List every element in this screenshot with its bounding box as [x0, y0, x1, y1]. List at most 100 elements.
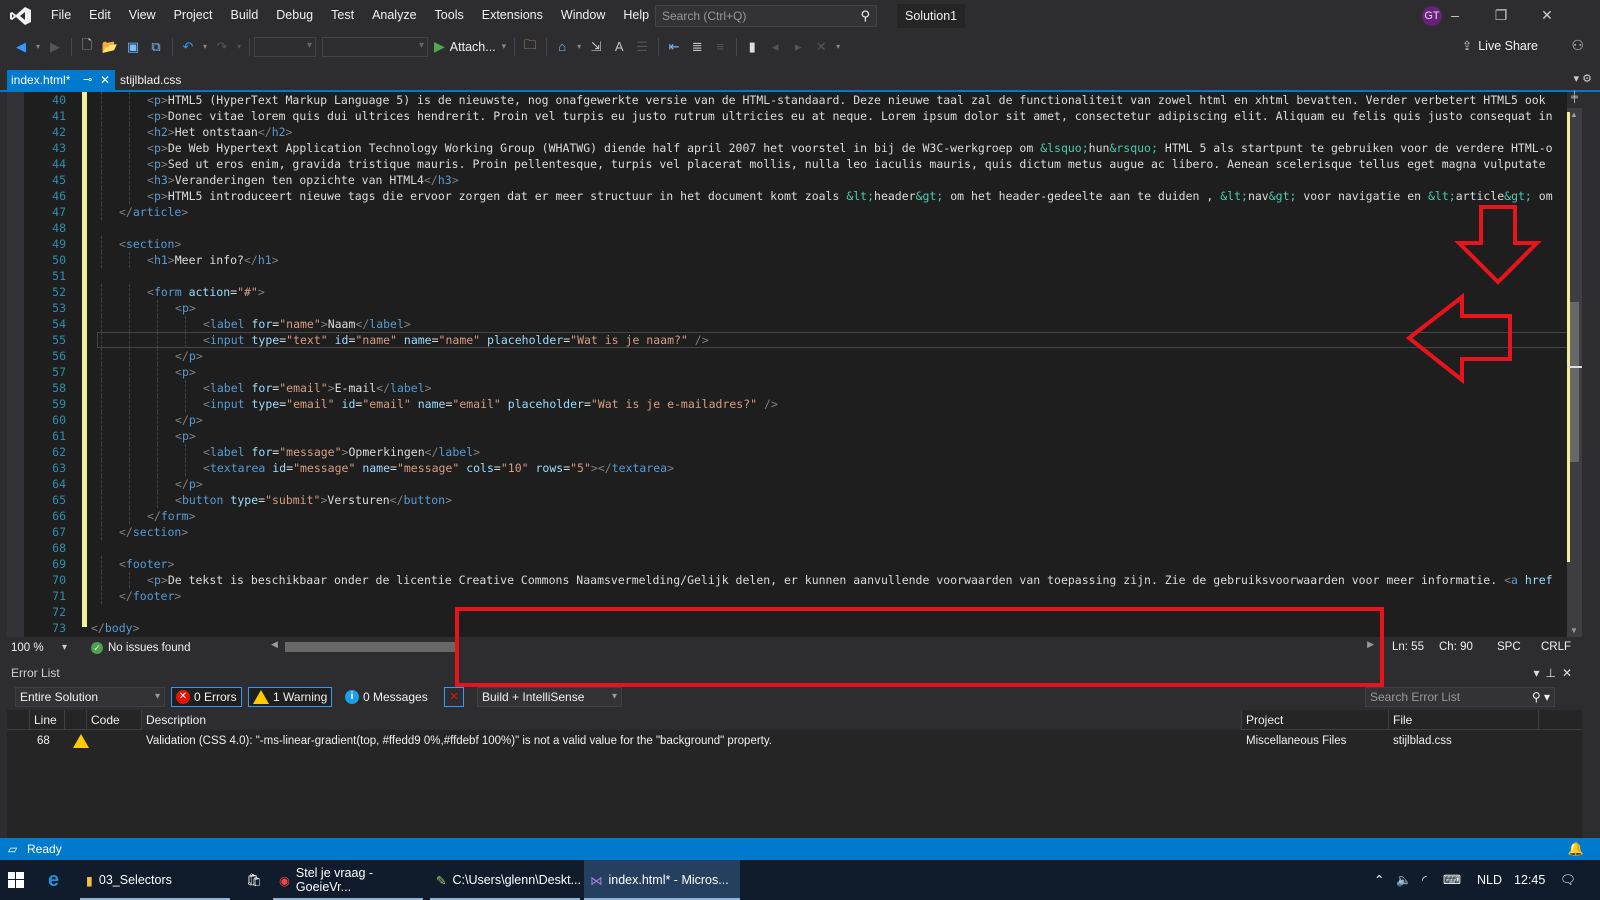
scope-dropdown[interactable]: Entire Solution [15, 687, 165, 707]
toolbar-overflow-icon[interactable]: ▾ [833, 36, 843, 58]
clock[interactable]: 12:45 [1514, 860, 1545, 900]
code-line[interactable]: <section> [119, 236, 181, 252]
back-dropdown-icon[interactable]: ▾ [33, 36, 43, 58]
messages-filter-button[interactable]: i 0 Messages [341, 687, 432, 707]
solution-platform-dropdown[interactable] [322, 36, 428, 57]
code-line[interactable]: </form> [147, 508, 196, 524]
menu-view[interactable]: View [120, 0, 165, 31]
uncomment-icon[interactable]: ≡ [709, 36, 731, 58]
live-share-button[interactable]: ⇪ Live Share [1462, 38, 1538, 54]
code-line[interactable]: <label for="name">Naam</label> [203, 316, 411, 332]
menu-analyze[interactable]: Analyze [363, 0, 425, 31]
minimize-button[interactable]: – [1432, 0, 1478, 31]
find-in-files-icon[interactable]: 🗀 [519, 36, 541, 58]
code-line[interactable]: <label for="message">Opmerkingen</label> [203, 444, 480, 460]
line-ending-indicator[interactable]: CRLF [1541, 641, 1571, 653]
pin-panel-icon[interactable]: ⊥ [1545, 666, 1561, 680]
action-center-icon[interactable]: 🗨 [1560, 860, 1576, 900]
save-all-icon[interactable]: ⧉ [145, 36, 167, 58]
undo-dropdown-icon[interactable]: ▾ [200, 36, 210, 58]
format-icon[interactable]: A [608, 36, 630, 58]
errors-filter-button[interactable]: ✕ 0 Errors [171, 687, 242, 707]
error-list-row[interactable]: 68 Validation (CSS 4.0): "-ms-linear-gra… [7, 730, 1582, 752]
store-icon[interactable]: 🛍 [246, 860, 262, 900]
redo-dropdown-icon[interactable]: ▾ [234, 36, 244, 58]
column-code[interactable]: Code [86, 710, 141, 730]
issues-indicator[interactable]: ✓ No issues found [91, 642, 190, 654]
code-line[interactable]: <p> [175, 300, 196, 316]
edge-browser-icon[interactable]: e [48, 860, 70, 900]
clear-bookmarks-icon[interactable]: ✕ [810, 36, 832, 58]
notifications-bell-icon[interactable]: 🔔 [1568, 838, 1584, 860]
undo-icon[interactable]: ↶ [177, 36, 199, 58]
window-position-dropdown-icon[interactable]: ▾ [1533, 666, 1545, 680]
start-button[interactable] [8, 860, 30, 900]
menu-debug[interactable]: Debug [267, 0, 322, 31]
code-line[interactable]: <p>De tekst is beschikbaar onder de lice… [147, 572, 1553, 588]
split-window-handle[interactable]: ╪ [1567, 92, 1582, 108]
redo-icon[interactable]: ↷ [211, 36, 233, 58]
close-window-button[interactable]: ✕ [1524, 0, 1570, 31]
prev-bookmark-icon[interactable]: ◂ [764, 36, 786, 58]
code-line[interactable]: </article> [119, 204, 188, 220]
code-line[interactable]: <button type="submit">Versturen</button> [175, 492, 452, 508]
horizontal-scrollbar-thumb[interactable] [285, 642, 455, 652]
pin-icon[interactable]: ⊸ [83, 70, 92, 90]
column-project[interactable]: Project [1241, 710, 1388, 730]
menu-tools[interactable]: Tools [426, 0, 473, 31]
keyboard-icon[interactable]: ⌨ [1443, 860, 1461, 900]
scrollbar-thumb[interactable] [1570, 302, 1579, 462]
taskbar-app-notepad[interactable]: ✎ C:\Users\glenn\Deskt... [430, 860, 581, 900]
menu-build[interactable]: Build [221, 0, 267, 31]
code-line[interactable]: </body> [91, 620, 140, 636]
code-line[interactable]: <input type="email" id="email" name="ema… [203, 396, 778, 412]
scroll-down-icon[interactable]: ▼ [1570, 626, 1578, 635]
open-file-icon[interactable]: 📂 [99, 36, 121, 58]
clear-filter-icon[interactable]: ✕ [444, 687, 464, 707]
code-line[interactable]: </footer> [119, 588, 181, 604]
language-indicator[interactable]: NLD [1477, 860, 1502, 900]
dropdown-icon[interactable]: ▾ [1574, 73, 1580, 85]
build-intellisense-dropdown[interactable]: Build + IntelliSense [477, 687, 622, 707]
comment-icon[interactable]: ☰ [631, 36, 653, 58]
new-project-icon[interactable]: 🗋 [76, 36, 98, 58]
back-icon[interactable]: ◀ [10, 36, 32, 58]
code-line[interactable]: </section> [119, 524, 188, 540]
outdent-icon[interactable]: ⇤ [663, 36, 685, 58]
tab-overflow-menu[interactable]: ▾ ⚙ [1574, 72, 1592, 85]
menu-help[interactable]: Help [614, 0, 658, 31]
code-line[interactable]: <p>Donec vitae lorem quis dui ultrices h… [147, 108, 1553, 124]
scroll-left-icon[interactable]: ◀ [271, 639, 278, 650]
taskbar-app-visual-studio[interactable]: ⋈ index.html* - Micros... [584, 860, 740, 900]
menu-window[interactable]: Window [552, 0, 614, 31]
attach-dropdown-icon[interactable]: ▾ [502, 41, 507, 52]
save-icon[interactable]: ▣ [122, 36, 144, 58]
vertical-scrollbar[interactable]: ▲ ▼ [1567, 92, 1582, 637]
search-error-list-input[interactable]: Search Error List ⚲ ▾ [1365, 687, 1555, 707]
code-line[interactable]: <form action="#"> [147, 284, 265, 300]
code-line[interactable]: <p> [175, 364, 196, 380]
code-line[interactable]: <label for="email">E-mail</label> [203, 380, 432, 396]
code-line[interactable]: </p> [175, 348, 203, 364]
step-into-icon[interactable]: ⇲ [585, 36, 607, 58]
browser-link-dropdown-icon[interactable]: ▾ [574, 36, 584, 58]
column-file[interactable]: File [1388, 710, 1538, 730]
code-editor[interactable]: 40 <p>HTML5 (HyperText Markup Language 5)… [7, 92, 1582, 637]
close-tab-icon[interactable]: ✕ [100, 70, 110, 90]
settings-gear-icon[interactable]: ⚙ [1582, 73, 1592, 85]
code-line[interactable]: <p>HTML5 (HyperText Markup Language 5) i… [147, 92, 1546, 108]
menu-project[interactable]: Project [165, 0, 222, 31]
zoom-level-dropdown[interactable]: 100 % [9, 639, 69, 657]
menu-test[interactable]: Test [322, 0, 363, 31]
column-line[interactable]: Line [29, 710, 64, 730]
taskbar-app-chrome[interactable]: ◉ Stel je vraag - GoeieVr... [273, 860, 423, 900]
whitespace-indicator[interactable]: SPC [1497, 641, 1521, 653]
browser-link-icon[interactable]: ⌂ [551, 36, 573, 58]
menu-edit[interactable]: Edit [80, 0, 120, 31]
close-panel-icon[interactable]: ✕ [1562, 666, 1578, 680]
feedback-icon[interactable]: ⚇ [1571, 37, 1584, 54]
indent-icon[interactable]: ≣ [686, 36, 708, 58]
code-line[interactable]: <textarea id="message" name="message" co… [203, 460, 674, 476]
wifi-icon[interactable]: ◜ [1422, 860, 1427, 900]
scroll-up-icon[interactable]: ▲ [1570, 110, 1578, 119]
